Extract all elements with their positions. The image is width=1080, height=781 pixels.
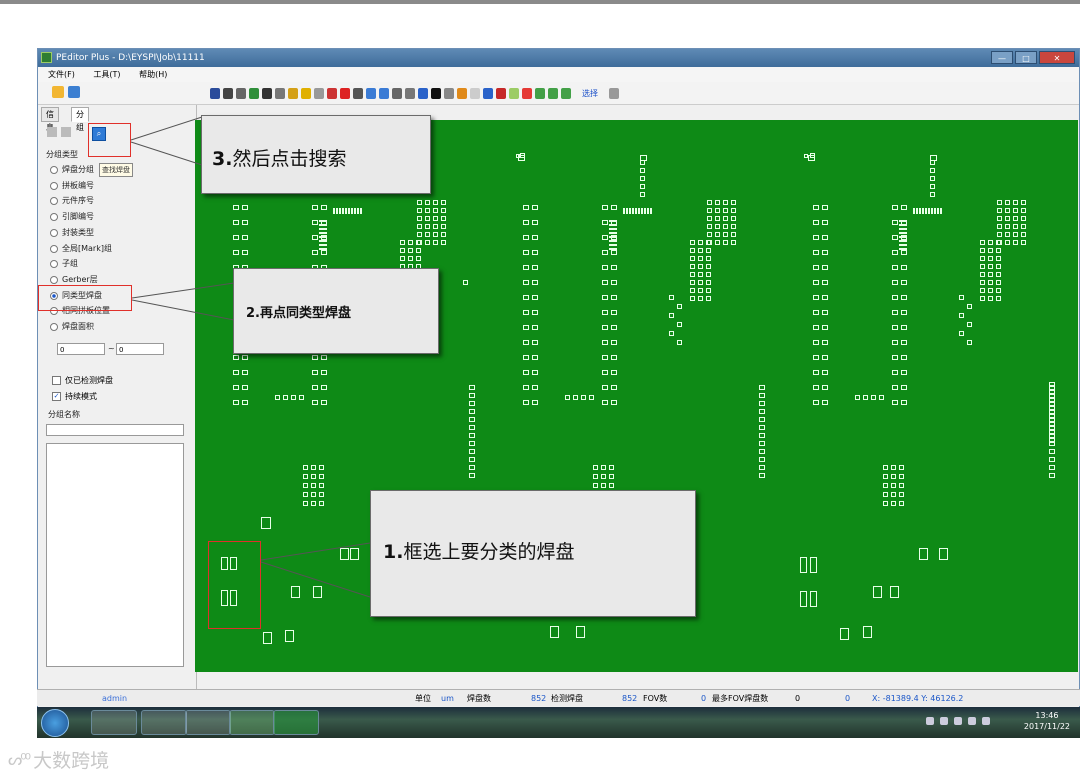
callout-step-number: 2. <box>246 306 260 321</box>
status-fov-label: FOV数 <box>643 694 668 703</box>
taskbar-app-2[interactable] <box>141 710 187 735</box>
status-unit-label: 单位 <box>415 694 431 703</box>
callout-line-3 <box>130 116 203 141</box>
status-pad-count-label: 焊盘数 <box>467 694 491 703</box>
status-unit-value: um <box>441 694 454 703</box>
callout-step-1: 1.框选上要分类的焊盘 <box>370 490 696 617</box>
volume-icon[interactable] <box>968 717 976 725</box>
taskbar-excel[interactable] <box>229 710 275 735</box>
callout-line-3b <box>130 141 203 166</box>
start-button[interactable] <box>41 709 69 737</box>
status-inspected-label: 检测焊盘 <box>551 694 583 703</box>
callout-line-1b <box>260 561 371 598</box>
clock-date: 2017/11/22 <box>1023 722 1070 731</box>
watermark-text: 大数跨境 <box>33 750 110 772</box>
callout-step-number: 3. <box>212 148 233 170</box>
callout-step-number: 1. <box>383 541 404 563</box>
callout-line-2 <box>131 282 235 299</box>
tray-icon[interactable] <box>954 717 962 725</box>
status-coords: X: -81389.4 Y: 46126.2 <box>872 694 964 703</box>
status-user: admin <box>102 694 128 703</box>
callout-step-text: 再点同类型焊盘 <box>259 306 351 321</box>
callout-step-3: 3.然后点击搜索 <box>201 115 431 194</box>
tray-icon[interactable] <box>926 717 934 725</box>
callout-lines <box>130 116 371 598</box>
tray-icon[interactable] <box>940 717 948 725</box>
status-fov-count: 0 <box>701 694 707 703</box>
taskbar-app-3[interactable] <box>185 710 231 735</box>
system-tray <box>926 717 990 725</box>
status-max-fov-count: 0 <box>795 694 801 703</box>
status-bar: admin 单位 um 焊盘数 852 检测焊盘 852 FOV数 0 最多FO… <box>37 689 1080 706</box>
callout-step-text: 框选上要分类的焊盘 <box>403 541 575 563</box>
network-icon[interactable] <box>982 717 990 725</box>
status-pad-count: 852 <box>531 694 547 703</box>
callout-step-2: 2.再点同类型焊盘 <box>233 268 439 354</box>
status-extra-count: 0 <box>845 694 851 703</box>
callout-step-text: 然后点击搜索 <box>232 148 347 170</box>
status-inspected-count: 852 <box>622 694 638 703</box>
taskbar: 13:46 2017/11/22 <box>37 707 1080 738</box>
status-max-fov-label: 最多FOV焊盘数 <box>712 694 769 703</box>
callout-line-1 <box>260 542 371 561</box>
callout-line-2b <box>131 299 235 321</box>
taskbar-clock[interactable]: 13:46 2017/11/22 <box>1024 710 1070 732</box>
taskbar-peditor[interactable] <box>273 710 319 735</box>
watermark: ᔕ⁰⁰ 大数跨境 <box>8 746 109 773</box>
taskbar-app-1[interactable] <box>91 710 137 735</box>
watermark-logo-icon: ᔕ⁰⁰ <box>8 750 31 769</box>
clock-time: 13:46 <box>1035 711 1059 720</box>
